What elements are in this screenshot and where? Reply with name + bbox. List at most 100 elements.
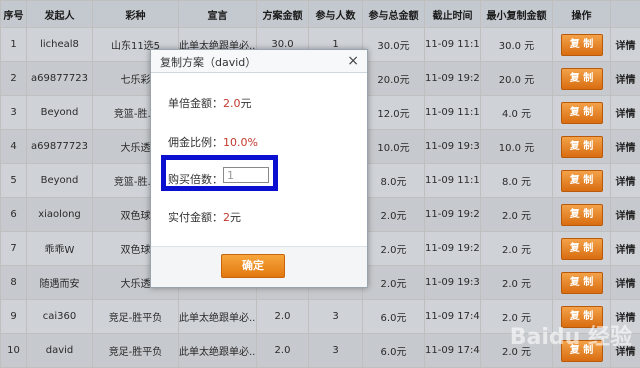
commission-row: 佣金比例：10.0% (168, 134, 258, 150)
column-header: 彩种 (93, 1, 179, 28)
total-amount-cell: 2.0元 (363, 266, 425, 300)
deadline-cell: 11-09 11:15 (425, 96, 481, 130)
min-copy-amount-value: 2.0 (502, 245, 518, 256)
copy-button[interactable]: 复 制 (561, 170, 603, 192)
initiator-cell: a69877723 (27, 130, 93, 164)
deadline-cell: 11-09 19:35 (425, 266, 481, 300)
min-copy-amount-value: 8.0 (502, 177, 518, 188)
detail-cell: 详情 (611, 130, 640, 164)
copy-button[interactable]: 复 制 (561, 204, 603, 226)
min-copy-amount-value: 30.0 (499, 41, 521, 52)
actual-amount-value: 2 (223, 211, 230, 224)
column-header (611, 1, 640, 28)
row-number: 8 (1, 266, 27, 300)
total-amount-cell: 8.0元 (363, 164, 425, 198)
initiator-cell: a69877723 (27, 62, 93, 96)
copy-button[interactable]: 复 制 (561, 34, 603, 56)
detail-cell: 详情 (611, 96, 640, 130)
operation-cell: 复 制 (553, 198, 611, 232)
copy-button[interactable]: 复 制 (561, 272, 603, 294)
row-number: 7 (1, 232, 27, 266)
min-copy-amount-value: 2.0 (502, 279, 518, 290)
unit-amount-label: 单倍金额： (168, 97, 223, 110)
detail-link[interactable]: 详情 (616, 211, 636, 222)
lottery-cell: 竞足-胜平负 (93, 334, 179, 368)
row-number: 3 (1, 96, 27, 130)
row-number: 5 (1, 164, 27, 198)
detail-link[interactable]: 详情 (616, 41, 636, 52)
column-header: 方案金额 (257, 1, 309, 28)
total-amount-cell: 20.0元 (363, 62, 425, 96)
min-copy-amount-cell: 10.0 元 (481, 130, 553, 164)
row-number: 10 (1, 334, 27, 368)
min-copy-amount-value: 10.0 (499, 143, 521, 154)
deadline-cell: 11-09 19:35 (425, 130, 481, 164)
baidu-watermark: Baidu 经验 (510, 319, 632, 351)
min-copy-amount-cell: 20.0 元 (481, 62, 553, 96)
row-number: 6 (1, 198, 27, 232)
copy-button[interactable]: 复 制 (561, 102, 603, 124)
total-amount-cell: 2.0元 (363, 198, 425, 232)
copy-button[interactable]: 复 制 (561, 68, 603, 90)
unit-amount-unit: 元 (241, 97, 252, 110)
detail-cell: 详情 (611, 62, 640, 96)
min-copy-amount-cell: 2.0 元 (481, 266, 553, 300)
total-amount-cell: 6.0元 (363, 334, 425, 368)
operation-cell: 复 制 (553, 232, 611, 266)
row-number: 4 (1, 130, 27, 164)
operation-cell: 复 制 (553, 266, 611, 300)
row-number: 2 (1, 62, 27, 96)
total-amount-cell: 30.0元 (363, 28, 425, 62)
detail-cell: 详情 (611, 198, 640, 232)
detail-link[interactable]: 详情 (616, 177, 636, 188)
deadline-cell: 11-09 11:13 (425, 28, 481, 62)
initiator-cell: licheal8 (27, 28, 93, 62)
actual-amount-label: 实付金额： (168, 211, 223, 224)
detail-link[interactable]: 详情 (616, 143, 636, 154)
detail-cell: 详情 (611, 164, 640, 198)
operation-cell: 复 制 (553, 130, 611, 164)
slogan-cell: 此单太绝跟单必... (179, 300, 257, 334)
deadline-cell: 11-09 17:45 (425, 334, 481, 368)
detail-link[interactable]: 详情 (616, 279, 636, 290)
dialog-title: 复制方案（david） (160, 54, 256, 70)
dialog-header: 复制方案（david） × (151, 50, 367, 73)
detail-link[interactable]: 详情 (616, 75, 636, 86)
min-copy-amount-cell: 30.0 元 (481, 28, 553, 62)
total-amount-cell: 12.0元 (363, 96, 425, 130)
copy-plan-dialog: 复制方案（david） × 单倍金额：2.0元 佣金比例：10.0% 购买倍数：… (150, 49, 368, 288)
deadline-cell: 11-09 19:25 (425, 232, 481, 266)
annotation-highlight-box (161, 155, 278, 191)
initiator-cell: cai360 (27, 300, 93, 334)
column-header: 参与总金额 (363, 1, 425, 28)
min-copy-amount-unit: 元 (524, 143, 534, 154)
commission-label: 佣金比例： (168, 136, 223, 149)
detail-link[interactable]: 详情 (616, 245, 636, 256)
lottery-cell: 竞足-胜平负 (93, 300, 179, 334)
detail-link[interactable]: 详情 (616, 109, 636, 120)
min-copy-amount-unit: 元 (524, 75, 534, 86)
operation-cell: 复 制 (553, 96, 611, 130)
table-header-row: 序号发起人彩种宣言方案金额参与人数参与总金额截止时间最小复制金额操作 (1, 1, 640, 28)
min-copy-amount-value: 20.0 (499, 75, 521, 86)
copy-button[interactable]: 复 制 (561, 136, 603, 158)
actual-amount-row: 实付金额：2元 (168, 209, 241, 225)
unit-amount-row: 单倍金额：2.0元 (168, 95, 252, 111)
total-amount-cell: 10.0元 (363, 130, 425, 164)
row-number: 1 (1, 28, 27, 62)
min-copy-amount-cell: 2.0 元 (481, 232, 553, 266)
confirm-button[interactable]: 确定 (221, 254, 285, 278)
deadline-cell: 11-09 11:15 (425, 164, 481, 198)
row-number: 9 (1, 300, 27, 334)
slogan-cell: 此单太绝跟单必... (179, 334, 257, 368)
deadline-cell: 11-09 17:45 (425, 300, 481, 334)
commission-value: 10.0% (223, 136, 258, 149)
operation-cell: 复 制 (553, 28, 611, 62)
initiator-cell: david (27, 334, 93, 368)
min-copy-amount-unit: 元 (521, 245, 531, 256)
column-header: 参与人数 (309, 1, 363, 28)
copy-button[interactable]: 复 制 (561, 238, 603, 260)
column-header: 截止时间 (425, 1, 481, 28)
detail-cell: 详情 (611, 28, 640, 62)
close-icon[interactable]: × (347, 52, 359, 70)
